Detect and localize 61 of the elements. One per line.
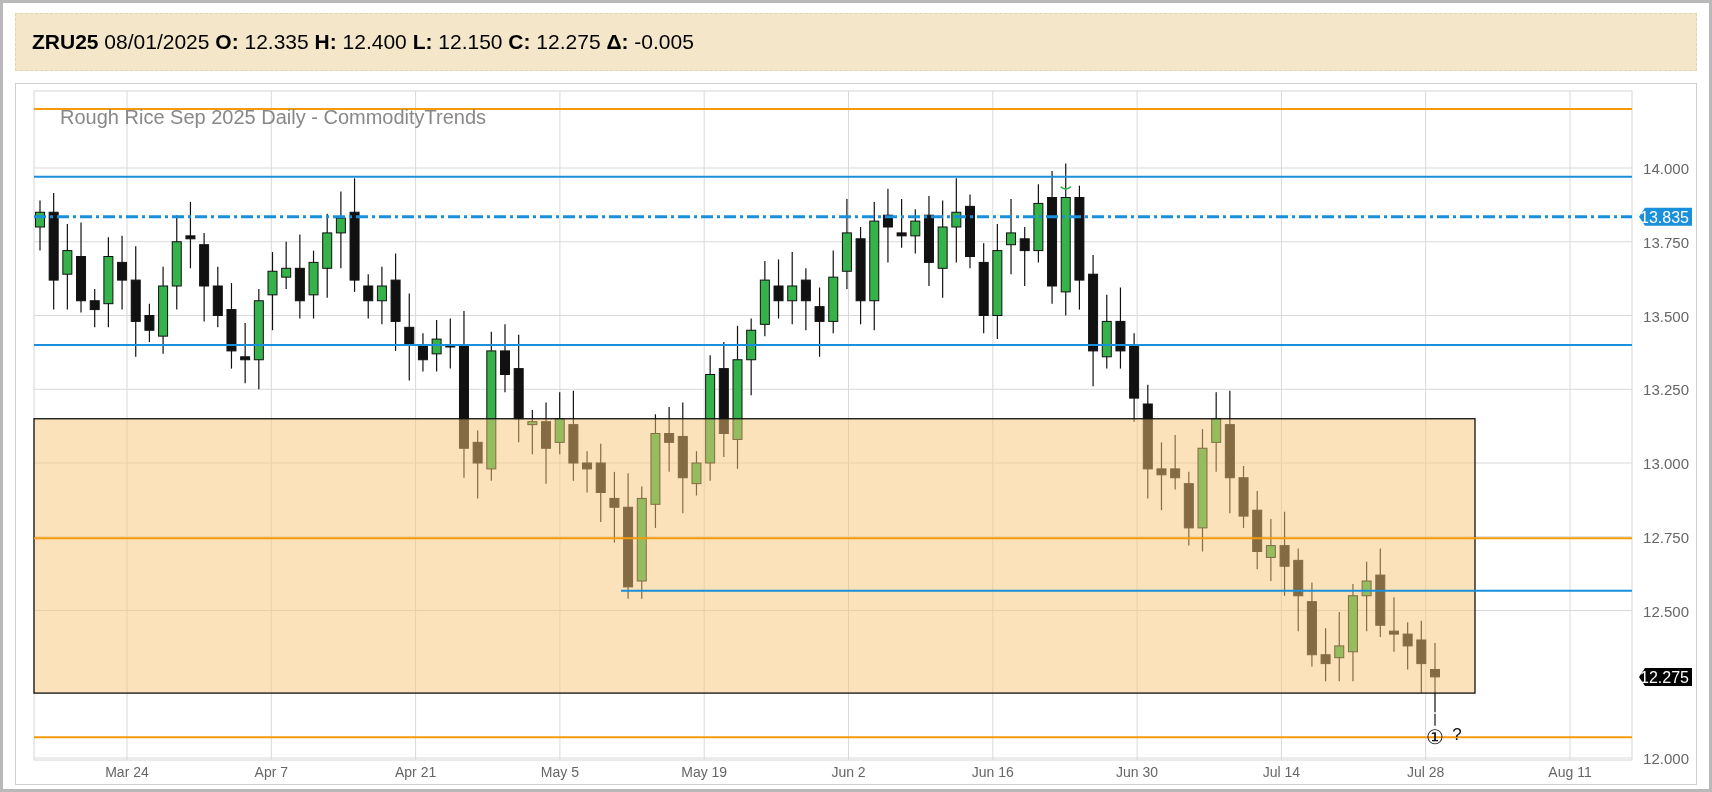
candlestick <box>417 332 428 373</box>
chart-title: Rough Rice Sep 2025 Daily - CommodityTrends <box>60 106 487 128</box>
candlestick <box>35 199 45 252</box>
candlestick <box>281 241 292 290</box>
date-label: Mar 24 <box>105 764 149 780</box>
date-label: Jun 16 <box>971 764 1014 780</box>
candlestick <box>1402 621 1413 671</box>
price-label: 13.750 <box>1643 233 1689 251</box>
price-label: 12.750 <box>1643 528 1689 546</box>
candlestick <box>212 266 223 328</box>
candlestick <box>500 323 510 393</box>
candlestick <box>89 288 100 328</box>
candlestick <box>800 267 811 331</box>
candlestick <box>472 429 483 499</box>
candlestick <box>445 317 456 370</box>
price-tag: 13.835 <box>1639 207 1692 226</box>
price-label: 12.500 <box>1643 602 1689 620</box>
price-label: 12.000 <box>1643 750 1689 767</box>
candlestick <box>1320 627 1331 682</box>
candlestick <box>185 201 196 269</box>
date-label: Apr 7 <box>254 764 289 780</box>
candlestick <box>910 208 921 255</box>
candlestick <box>144 303 155 343</box>
candlestick <box>363 273 374 320</box>
candlestick <box>1361 561 1372 632</box>
candlestick <box>814 286 825 358</box>
quote-summary: ZRU25 08/01/2025 O: 12.335 H: 12.400 L: 12.150 C: 12.275 Δ: -0.005 <box>32 29 694 56</box>
candlestick <box>664 406 675 473</box>
date-label: May 5 <box>540 764 579 780</box>
price-tag: 12.275 <box>1639 667 1692 686</box>
candlestick <box>240 322 251 384</box>
candlestick <box>1019 226 1030 287</box>
price-label: 13.000 <box>1643 455 1689 472</box>
candlestick <box>1265 518 1276 582</box>
date-label: Jul 28 <box>1407 764 1445 780</box>
candlestick <box>308 250 319 320</box>
candlestick <box>773 258 784 320</box>
candlestick <box>1156 441 1167 511</box>
candlestick <box>691 450 702 497</box>
date-label: Jun 30 <box>1116 764 1159 780</box>
candlestick <box>1170 434 1181 491</box>
candlestick <box>376 266 387 325</box>
candlestick <box>527 409 538 455</box>
candlestick <box>1388 596 1399 653</box>
price-label: 14.000 <box>1643 160 1689 177</box>
candlestick <box>582 450 593 494</box>
candlestick <box>554 391 565 455</box>
price-label: 13.500 <box>1643 307 1689 325</box>
marker-line <box>1434 713 1436 727</box>
candlestick <box>1238 465 1249 529</box>
date-label: Aug 11 <box>1548 764 1592 780</box>
date-label: Apr 21 <box>395 764 437 780</box>
price-label: 13.250 <box>1643 381 1689 399</box>
candlestick <box>1334 611 1345 682</box>
date-label: Jul 14 <box>1262 764 1301 780</box>
candlestick <box>1430 642 1440 713</box>
candlestick <box>431 319 442 373</box>
date-label: Jun 2 <box>831 764 866 780</box>
candlestick <box>896 198 907 249</box>
arc-icon <box>1060 185 1072 190</box>
date-label: May 19 <box>681 764 728 780</box>
